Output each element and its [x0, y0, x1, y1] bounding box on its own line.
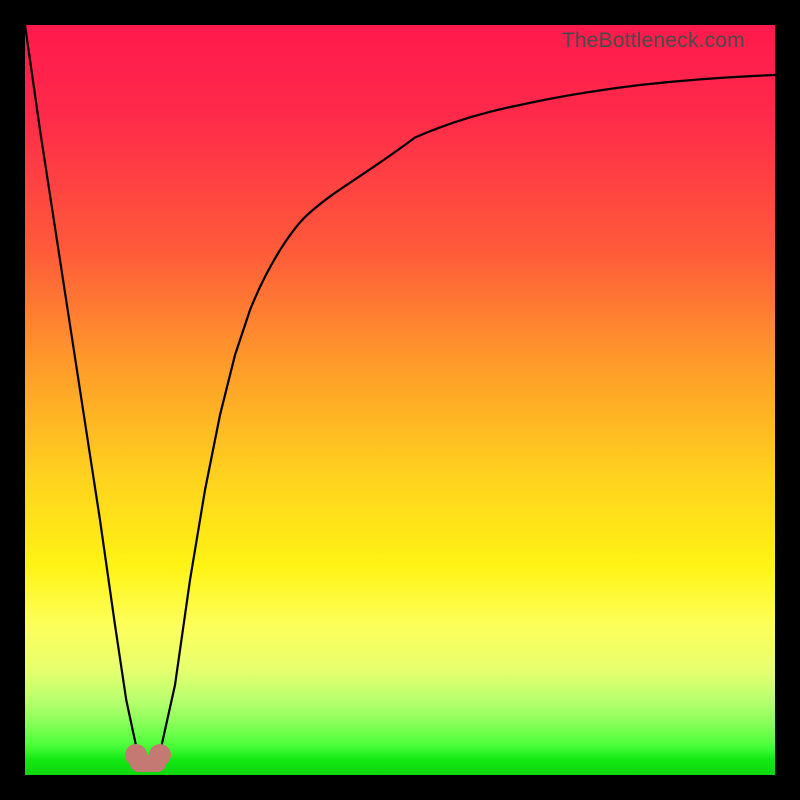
plot-frame: TheBottleneck.com	[25, 25, 775, 775]
watermark-text: TheBottleneck.com	[562, 29, 745, 53]
curve-path	[25, 25, 775, 768]
minimum-marker	[120, 743, 180, 777]
minimum-marker-shape	[125, 744, 171, 772]
bottleneck-curve	[25, 25, 775, 775]
